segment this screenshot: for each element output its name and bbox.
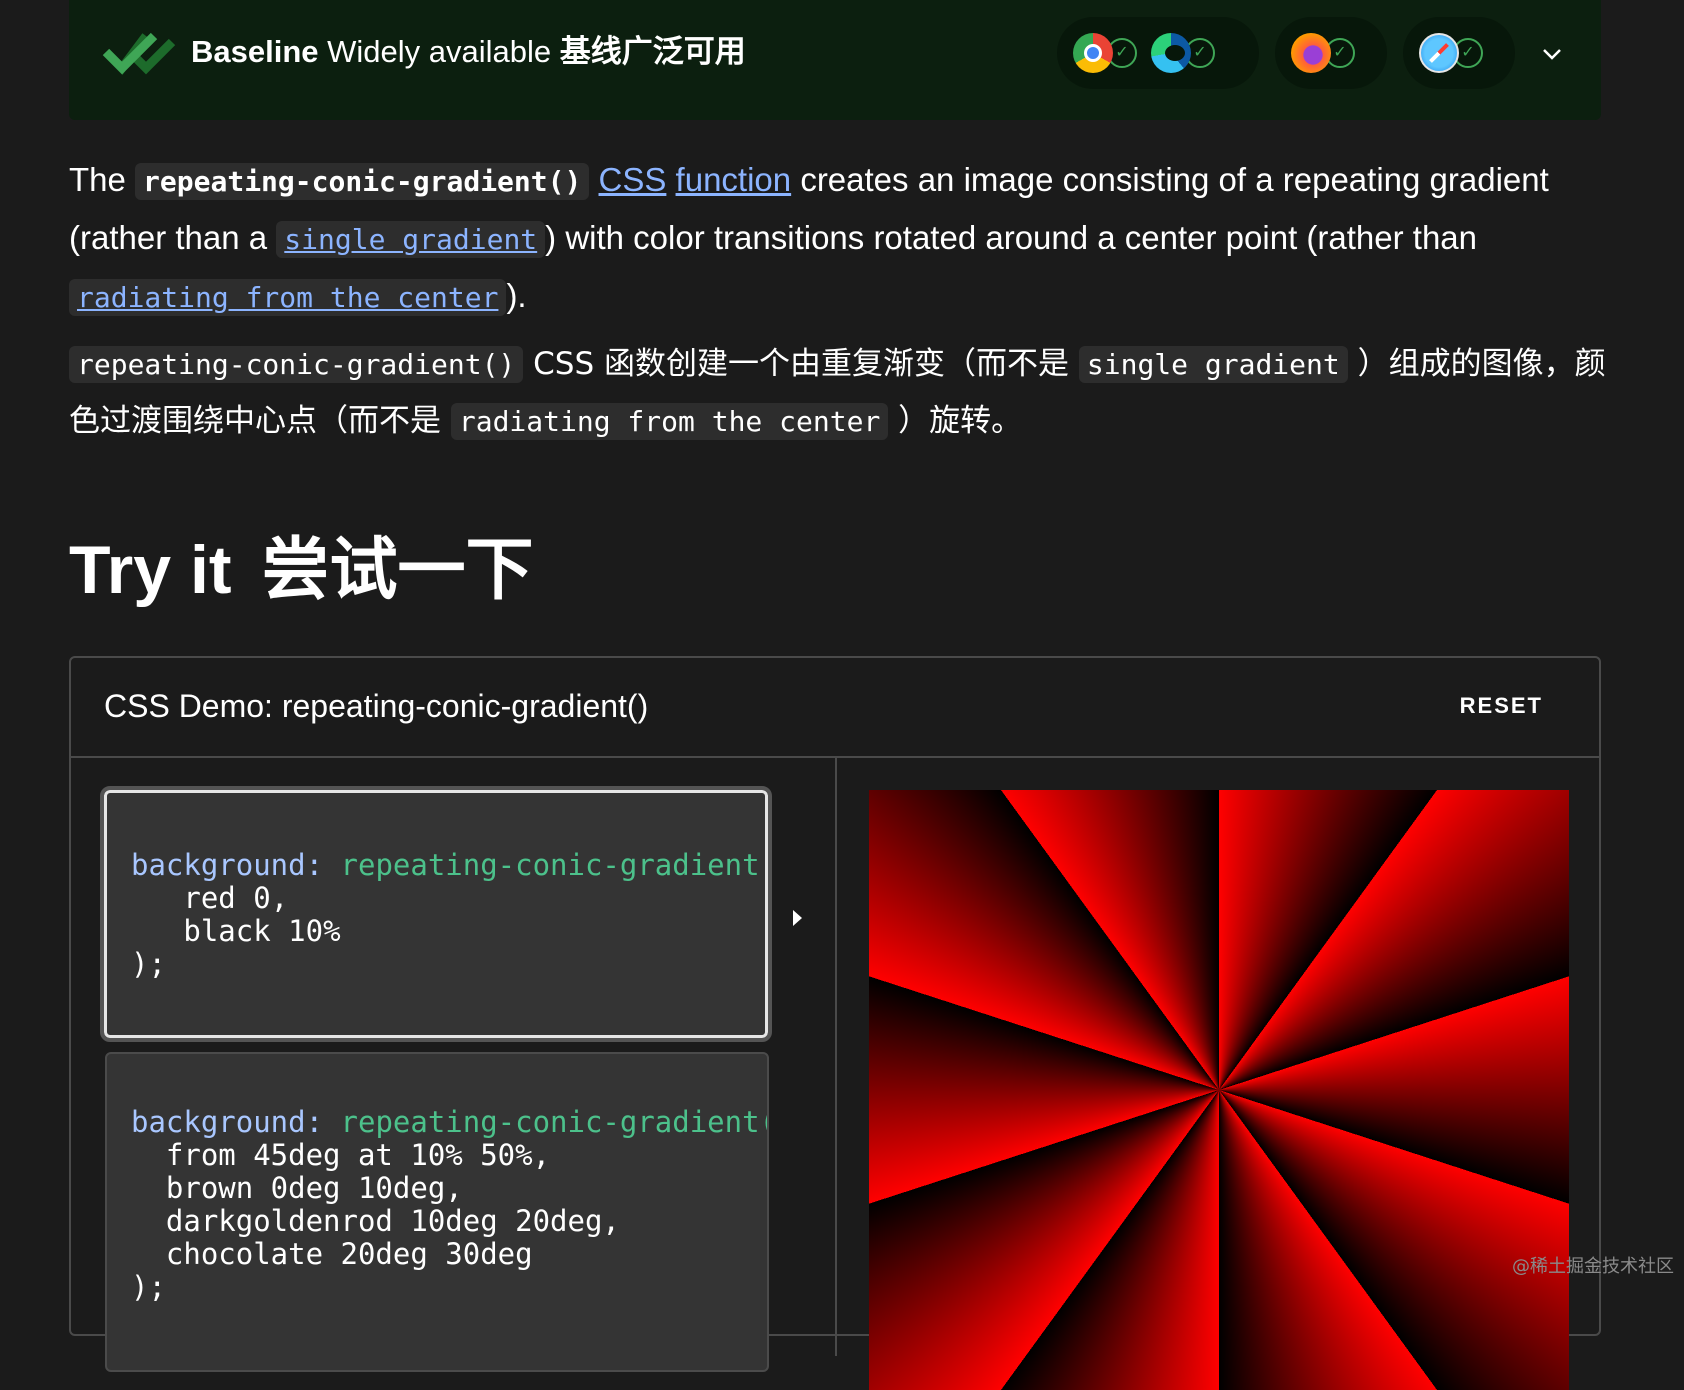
code-line: );: [131, 947, 166, 981]
code-line: darkgoldenrod 10deg 20deg,: [165, 1204, 620, 1238]
baseline-banner: Baseline Widely available 基线广泛可用 ✓ ✓ ✓ ✓: [69, 0, 1601, 120]
baseline-label: Widely available: [327, 34, 552, 69]
firefox-icon: [1291, 33, 1331, 73]
code-example-1[interactable]: background: repeating-conic-gradient( re…: [100, 786, 772, 1042]
play-arrow-icon: [793, 910, 802, 926]
browser-group-firefox[interactable]: ✓: [1275, 17, 1387, 89]
code-line: black 10%: [183, 914, 341, 948]
demo-title: CSS Demo: repeating-conic-gradient(): [104, 688, 649, 724]
browser-group-chromium[interactable]: ✓ ✓: [1057, 17, 1259, 89]
code-token: repeating-conic-gradient(: [340, 1105, 769, 1139]
code-token: background:: [131, 848, 324, 882]
safari-icon: [1419, 33, 1459, 73]
baseline-label-zh: 基线广泛可用: [559, 34, 746, 70]
reset-button[interactable]: RESET: [1454, 692, 1549, 720]
single-gradient-code-zh: single gradient: [1078, 346, 1348, 383]
code-token: background:: [131, 1105, 324, 1139]
browser-chrome: ✓: [1073, 33, 1137, 73]
intro-text-zh: ）旋转。: [898, 403, 1023, 439]
code-line: from 45deg at 10% 50%,: [165, 1138, 551, 1172]
function-name-code: repeating-conic-gradient(): [135, 163, 590, 200]
code-line: chocolate 20deg 30deg: [165, 1237, 533, 1271]
chevron-down-icon[interactable]: [1537, 38, 1567, 68]
chrome-icon: [1073, 33, 1113, 73]
intro-text: ).: [506, 277, 527, 314]
code-line: brown 0deg 10deg,: [165, 1171, 463, 1205]
browser-firefox: ✓: [1291, 33, 1355, 73]
code-token: repeating-conic-gradient(: [340, 848, 768, 882]
css-link[interactable]: CSS: [599, 161, 667, 198]
intro-text: ) with color transitions rotated around …: [545, 219, 1478, 256]
intro-text-zh: CSS 函数创建一个由重复渐变（而不是: [533, 346, 1070, 382]
code-line: );: [131, 1270, 166, 1304]
browser-group-safari[interactable]: ✓: [1403, 17, 1515, 89]
function-link[interactable]: function: [676, 161, 792, 198]
baseline-label-bold: Baseline: [191, 34, 319, 69]
baseline-title: Baseline Widely available 基线广泛可用: [191, 30, 746, 74]
watermark: @稀土掘金技术社区: [1512, 1256, 1674, 1277]
single-gradient-link[interactable]: single gradient: [284, 223, 537, 256]
try-it-heading: Try it 尝试一下: [69, 525, 534, 616]
intro-text: The: [69, 161, 126, 198]
interactive-demo: CSS Demo: repeating-conic-gradient() RES…: [69, 656, 1601, 1390]
browser-safari: ✓: [1419, 33, 1483, 73]
radiating-link[interactable]: radiating from the center: [77, 281, 498, 314]
function-name-code-zh: repeating-conic-gradient(): [69, 346, 524, 383]
radiating-code-zh: radiating from the center: [450, 403, 889, 440]
single-gradient-code: single gradient: [276, 221, 546, 258]
baseline-check-icon: [102, 32, 176, 75]
intro-paragraph-en: The repeating-conic-gradient() CSS funct…: [69, 152, 1609, 326]
demo-header: CSS Demo: repeating-conic-gradient() RES…: [71, 658, 1599, 758]
code-example-2[interactable]: background: repeating-conic-gradient( fr…: [105, 1052, 769, 1372]
panel-divider: [835, 756, 837, 1356]
intro-paragraph-zh: repeating-conic-gradient() CSS 函数创建一个由重复…: [69, 336, 1609, 450]
browser-edge: ✓: [1151, 33, 1215, 73]
edge-icon: [1151, 33, 1191, 73]
heading-zh: 尝试一下: [261, 531, 534, 610]
code-line: red 0,: [183, 881, 289, 915]
output-preview: [869, 790, 1569, 1390]
radiating-code: radiating from the center: [69, 279, 507, 316]
code-editor[interactable]: background: repeating-conic-gradient( re…: [131, 848, 768, 981]
heading-en: Try it: [69, 532, 232, 608]
code-editor[interactable]: background: repeating-conic-gradient( fr…: [131, 1105, 769, 1304]
